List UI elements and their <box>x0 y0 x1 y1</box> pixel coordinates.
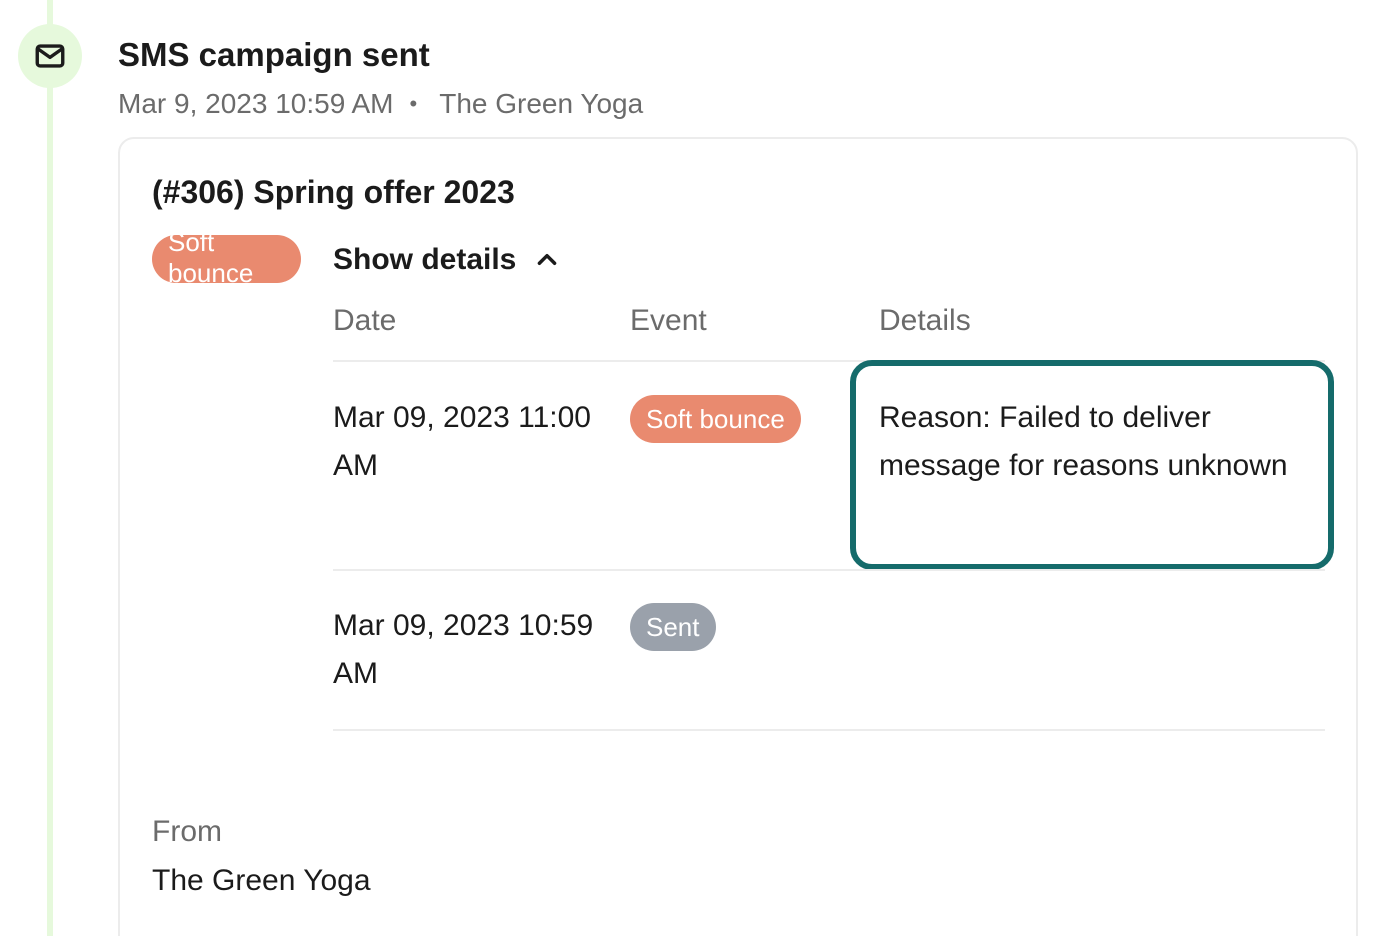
row-2-date: Mar 09, 2023 10:59 AM <box>333 609 594 690</box>
row-1-event-badge: Soft bounce <box>630 395 801 443</box>
column-header-event: Event <box>630 304 707 337</box>
from-value: The Green Yoga <box>152 864 371 897</box>
from-label: From <box>152 815 222 848</box>
status-badge: Soft bounce <box>152 235 301 283</box>
event-title: SMS campaign sent <box>118 36 430 73</box>
event-source: The Green Yoga <box>439 88 644 119</box>
event-meta: Mar 9, 2023 10:59 AM • The Green Yoga <box>118 88 643 120</box>
campaign-title: (#306) Spring offer 2023 <box>152 174 515 210</box>
timeline-marker <box>18 24 82 88</box>
timeline-line <box>47 0 53 936</box>
event-date: Mar 9, 2023 10:59 AM <box>118 88 394 119</box>
show-details-label: Show details <box>333 243 517 276</box>
show-details-toggle[interactable]: Show details <box>333 238 560 282</box>
row-2-event-badge: Sent <box>630 603 716 651</box>
meta-separator: • <box>409 91 418 116</box>
mail-icon <box>33 39 67 73</box>
status-badge-label: Soft bounce <box>168 235 254 283</box>
activity-timeline: SMS campaign sent Mar 9, 2023 10:59 AM •… <box>0 0 1396 936</box>
column-header-date: Date <box>333 304 397 337</box>
chevron-up-icon <box>516 247 560 273</box>
column-header-details: Details <box>879 304 971 337</box>
row-divider <box>333 729 1325 731</box>
row-1-details: Reason: Failed to deliver message for re… <box>879 401 1288 482</box>
row-1-date: Mar 09, 2023 11:00 AM <box>333 401 591 482</box>
row-divider <box>333 569 1325 571</box>
